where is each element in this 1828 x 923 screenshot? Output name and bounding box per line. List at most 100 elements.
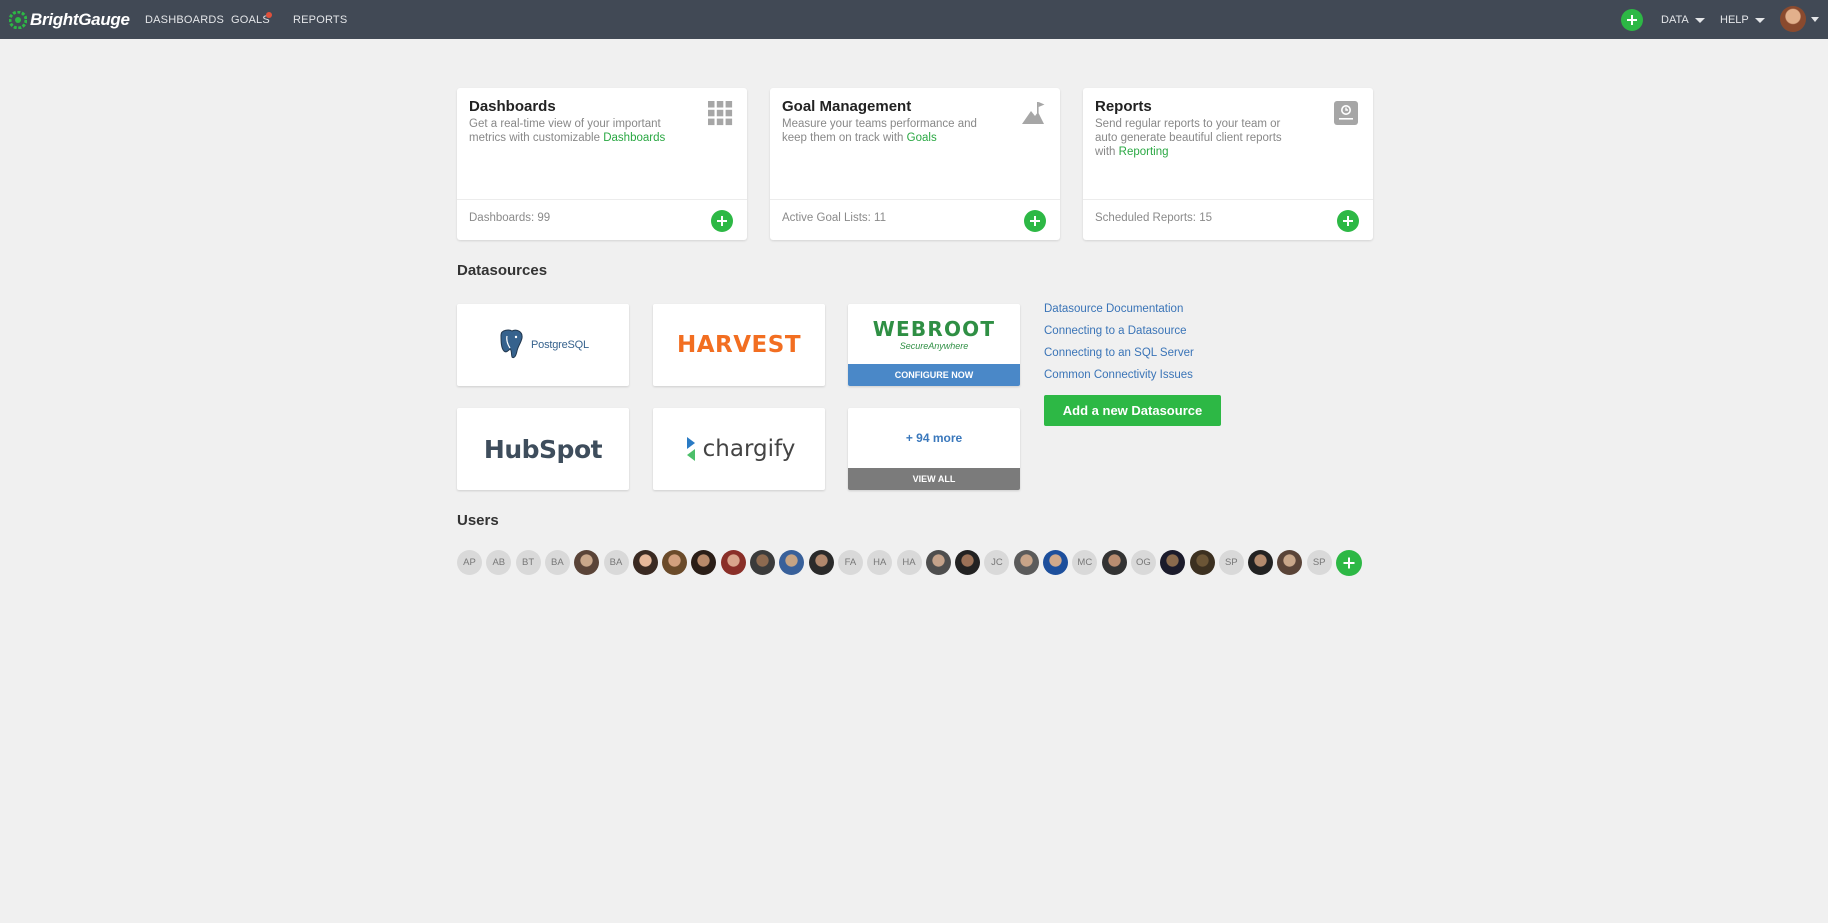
card-title: Dashboards xyxy=(469,98,556,115)
user-avatar-photo[interactable] xyxy=(720,550,746,575)
help-dropdown-label: HELP xyxy=(1720,14,1749,26)
link-connecting-sql-server[interactable]: Connecting to an SQL Server xyxy=(1044,347,1194,369)
user-avatar-initials[interactable]: AB xyxy=(486,550,512,575)
user-avatar-photo[interactable] xyxy=(808,550,834,575)
user-avatar-initials[interactable]: HA xyxy=(867,550,893,575)
configure-now-button[interactable]: CONFIGURE NOW xyxy=(848,364,1020,386)
global-add-button[interactable] xyxy=(1621,9,1643,31)
chevron-down-icon xyxy=(1694,17,1705,23)
add-user-button[interactable] xyxy=(1336,550,1362,576)
hubspot-name: HubSpot xyxy=(483,434,603,464)
current-user-avatar[interactable] xyxy=(1780,6,1806,32)
users-heading: Users xyxy=(457,512,499,529)
datasources-heading: Datasources xyxy=(457,262,548,279)
hubspot-logo: HubSpot xyxy=(457,408,629,490)
user-avatar-initials[interactable]: SP xyxy=(1306,550,1332,575)
user-avatar-initials[interactable]: OG xyxy=(1130,550,1156,575)
card-description: Send regular reports to your team or aut… xyxy=(1095,118,1282,158)
data-dropdown-label: DATA xyxy=(1661,14,1689,26)
top-navbar: BrightGauge xyxy=(0,0,1828,39)
add-datasource-button[interactable]: Add a new Datasource xyxy=(1044,395,1221,426)
user-avatar-photo[interactable] xyxy=(1160,550,1186,575)
chevron-down-icon xyxy=(1754,17,1765,23)
postgresql-logo: PostgreSQL xyxy=(457,304,629,386)
user-avatar-photo[interactable] xyxy=(1101,550,1127,575)
user-avatar-initials[interactable]: SP xyxy=(1218,550,1244,575)
goal-management-card: Goal Management Measure your teams perfo… xyxy=(770,88,1060,240)
datasource-harvest[interactable]: HARVEST xyxy=(653,304,825,386)
card-title: Goal Management xyxy=(782,98,912,115)
datasource-webroot[interactable]: WEBROOT SecureAnywhere CONFIGURE NOW xyxy=(848,304,1020,386)
nav-dashboards[interactable]: DASHBOARDS xyxy=(145,14,224,26)
card-footer: Active Goal Lists: 11 xyxy=(770,199,1060,240)
link-connecting-datasource[interactable]: Connecting to a Datasource xyxy=(1044,325,1194,347)
card-description: Measure your teams performance and keep … xyxy=(782,118,977,144)
datasource-more[interactable]: + 94 more VIEW ALL xyxy=(848,408,1020,490)
card-description: Get a real-time view of your important m… xyxy=(469,118,666,144)
add-goal-list-button[interactable] xyxy=(1024,210,1046,232)
card-title: Reports xyxy=(1095,98,1152,115)
user-avatar-photo[interactable] xyxy=(1013,550,1039,575)
user-avatar-photo[interactable] xyxy=(955,550,981,575)
user-avatar-initials[interactable]: AP xyxy=(457,550,482,575)
chargify-name: chargify xyxy=(702,436,796,462)
user-avatar-initials[interactable]: BA xyxy=(544,550,570,575)
nav-goals[interactable]: GOALS xyxy=(231,14,270,26)
data-dropdown[interactable]: DATA xyxy=(1661,14,1705,26)
brightgauge-logo-icon xyxy=(9,10,27,29)
chevron-down-icon[interactable] xyxy=(1811,17,1819,22)
postgresql-name: PostgreSQL xyxy=(531,339,589,351)
chargify-logo-group: chargify xyxy=(683,435,796,463)
brand-logo[interactable]: BrightGauge xyxy=(9,10,130,30)
dashboards-card: Dashboards Get a real-time view of your … xyxy=(457,88,747,240)
user-avatar-initials[interactable]: BA xyxy=(603,550,629,575)
user-avatar-photo[interactable] xyxy=(1043,550,1068,575)
help-dropdown[interactable]: HELP xyxy=(1720,14,1765,26)
link-common-connectivity-issues[interactable]: Common Connectivity Issues xyxy=(1044,369,1194,391)
datasource-postgresql[interactable]: PostgreSQL xyxy=(457,304,629,386)
user-avatar-photo[interactable] xyxy=(1277,550,1303,575)
elephant-icon xyxy=(500,329,523,359)
user-avatar-initials[interactable]: HA xyxy=(896,550,922,575)
datasource-hubspot[interactable]: HubSpot xyxy=(457,408,629,490)
user-avatar-photo[interactable] xyxy=(691,550,717,575)
user-avatar-initials[interactable]: JC xyxy=(984,550,1010,575)
user-avatar-photo[interactable] xyxy=(925,550,951,575)
harvest-name: HARVEST xyxy=(676,332,802,358)
user-avatar-photo[interactable] xyxy=(1248,550,1274,575)
user-avatar-photo[interactable] xyxy=(632,550,658,575)
card-footer: Dashboards: 99 xyxy=(457,199,747,240)
webroot-logo: WEBROOT SecureAnywhere xyxy=(848,304,1020,364)
link-datasource-documentation[interactable]: Datasource Documentation xyxy=(1044,303,1194,325)
user-avatar-photo[interactable] xyxy=(779,550,805,575)
goals-notification-dot xyxy=(266,12,272,18)
user-avatar-photo[interactable] xyxy=(1189,550,1215,575)
nav-reports[interactable]: REPORTS xyxy=(293,14,347,26)
goal-lists-count: Active Goal Lists: 11 xyxy=(782,212,886,224)
more-datasources-count[interactable]: + 94 more xyxy=(906,431,962,445)
reports-card: Reports Send regular reports to your tea… xyxy=(1083,88,1373,240)
user-avatar-initials[interactable]: FA xyxy=(837,550,863,575)
dashboards-link[interactable]: Dashboards xyxy=(603,132,665,144)
datasource-chargify[interactable]: chargify xyxy=(653,408,825,490)
reporting-link[interactable]: Reporting xyxy=(1119,146,1169,158)
user-avatar-photo[interactable] xyxy=(574,550,600,575)
goals-link[interactable]: Goals xyxy=(907,132,937,144)
report-icon xyxy=(1334,101,1358,125)
postgresql-logo-group: PostgreSQL xyxy=(497,329,589,361)
chargify-logo: chargify xyxy=(653,408,825,490)
card-footer: Scheduled Reports: 15 xyxy=(1083,199,1373,240)
datasource-help-links: Datasource Documentation Connecting to a… xyxy=(1044,303,1194,391)
grid-icon xyxy=(708,101,733,126)
user-avatar-photo[interactable] xyxy=(662,550,688,575)
add-dashboard-button[interactable] xyxy=(711,210,733,232)
view-all-button[interactable]: VIEW ALL xyxy=(848,468,1020,490)
user-avatar-initials[interactable]: BT xyxy=(515,550,541,575)
user-avatar-photo[interactable] xyxy=(750,550,775,575)
scheduled-reports-count: Scheduled Reports: 15 xyxy=(1095,212,1212,224)
webroot-subtitle: SecureAnywhere xyxy=(899,341,969,351)
brand-name: BrightGauge xyxy=(30,9,130,29)
user-avatar-initials[interactable]: MC xyxy=(1072,550,1098,575)
webroot-name: WEBROOT xyxy=(872,317,996,341)
add-report-button[interactable] xyxy=(1337,210,1359,232)
